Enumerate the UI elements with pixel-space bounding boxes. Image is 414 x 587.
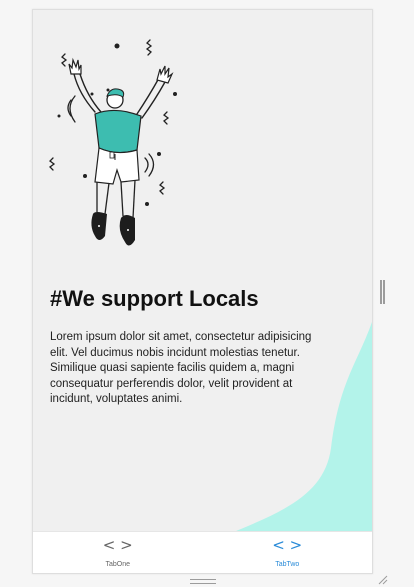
tab-two[interactable]: < > TabTwo xyxy=(203,532,373,573)
screen: #We support Locals Lorem ipsum dolor sit… xyxy=(0,0,414,587)
code-icon: < > xyxy=(272,536,303,554)
body-paragraph: Lorem ipsum dolor sit amet, consectetur … xyxy=(50,331,312,405)
tab-two-label: TabTwo xyxy=(275,561,300,568)
content-area[interactable]: #We support Locals Lorem ipsum dolor sit… xyxy=(33,10,372,533)
resize-handle-vertical[interactable] xyxy=(380,280,385,304)
tab-one[interactable]: < > TabOne xyxy=(33,532,203,573)
page-title: #We support Locals xyxy=(50,286,259,311)
resize-handle-horizontal[interactable] xyxy=(190,579,216,584)
resize-grip-icon[interactable] xyxy=(378,575,388,585)
code-icon: < > xyxy=(102,536,133,554)
tab-bar: < > TabOne < > TabTwo xyxy=(33,531,372,573)
tab-one-label: TabOne xyxy=(105,561,131,568)
jumping-person-illustration xyxy=(49,39,177,246)
device-frame: #We support Locals Lorem ipsum dolor sit… xyxy=(32,9,373,574)
